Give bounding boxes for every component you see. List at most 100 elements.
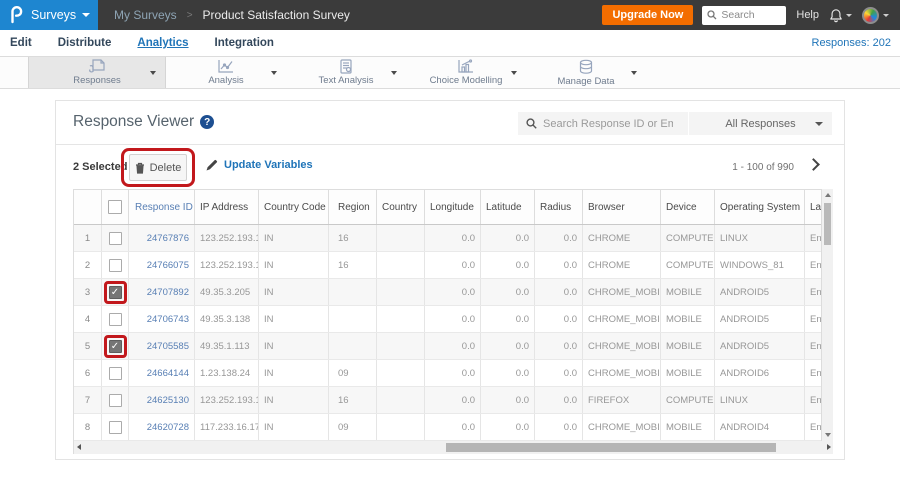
tab-analytics[interactable]: Analytics <box>137 37 188 49</box>
search-icon <box>707 10 717 20</box>
header-country-code[interactable]: Country Code <box>259 190 329 224</box>
update-variables-button[interactable]: Update Variables <box>206 159 313 171</box>
tab-distribute[interactable]: Distribute <box>58 37 112 49</box>
scroll-right-icon[interactable] <box>827 444 831 450</box>
row-checkbox[interactable]: ✓ <box>108 285 122 299</box>
pencil-icon <box>206 159 218 171</box>
cell-os: ANDROID5 <box>715 306 805 332</box>
cell-device: COMPUTER <box>661 225 715 251</box>
scroll-up-icon[interactable] <box>825 193 831 197</box>
responses-count[interactable]: Responses: 202 <box>812 37 892 49</box>
text-analysis-icon <box>338 59 354 74</box>
row-checkbox[interactable] <box>108 366 122 380</box>
header-longitude[interactable]: Longitude <box>425 190 481 224</box>
header-response-id[interactable]: Response ID <box>129 190 195 224</box>
cell-country <box>377 306 425 332</box>
chevron-down-icon[interactable] <box>391 71 397 75</box>
cell-os: ANDROID5 <box>715 279 805 305</box>
header-radius[interactable]: Radius <box>535 190 583 224</box>
toolbar-item-responses[interactable]: Responses <box>28 57 166 88</box>
chevron-down-icon[interactable] <box>271 71 277 75</box>
header-device[interactable]: Device <box>661 190 715 224</box>
tab-integration[interactable]: Integration <box>215 37 274 49</box>
horizontal-scrollbar-thumb[interactable] <box>446 443 776 452</box>
row-checkbox[interactable] <box>108 393 122 407</box>
response-search[interactable] <box>518 112 688 135</box>
row-checkbox[interactable] <box>108 258 122 272</box>
tab-edit[interactable]: Edit <box>10 37 32 49</box>
trash-icon <box>135 162 144 174</box>
cell-radius: 0.0 <box>535 279 583 305</box>
response-id-link[interactable]: 24767876 <box>129 225 195 251</box>
global-search-input[interactable] <box>721 9 782 21</box>
header-country[interactable]: Country <box>377 190 425 224</box>
account-menu[interactable] <box>862 6 889 24</box>
cell-browser: CHROME <box>583 252 661 278</box>
header-browser[interactable]: Browser <box>583 190 661 224</box>
breadcrumb-my-surveys[interactable]: My Surveys <box>114 8 177 22</box>
scroll-left-icon[interactable] <box>77 444 81 450</box>
help-icon[interactable]: ? <box>200 115 215 129</box>
row-checkbox[interactable]: ✓ <box>108 339 122 353</box>
cell-radius: 0.0 <box>535 414 583 440</box>
cell-device: MOBILE <box>661 333 715 359</box>
response-id-link[interactable]: 24620728 <box>129 414 195 440</box>
header-operating-system[interactable]: Operating System <box>715 190 805 224</box>
next-page-icon[interactable] <box>807 158 820 171</box>
response-search-input[interactable] <box>543 117 673 130</box>
toolbar-item-label: Analysis <box>208 75 244 87</box>
row-checkbox-cell <box>102 414 129 440</box>
row-checkbox-cell: ✓ <box>102 279 129 305</box>
response-id-link[interactable]: 24625130 <box>129 387 195 413</box>
header-region[interactable]: Region <box>329 190 377 224</box>
toolbar-item-analysis[interactable]: Analysis <box>166 57 286 88</box>
row-checkbox[interactable] <box>108 312 122 326</box>
response-id-link[interactable]: 24706743 <box>129 306 195 332</box>
cell-os: ANDROID4 <box>715 414 805 440</box>
cell-device: COMPUTER <box>661 252 715 278</box>
vertical-scrollbar[interactable] <box>821 189 833 441</box>
cell-latitude: 0.0 <box>481 279 535 305</box>
select-all-checkbox[interactable] <box>108 200 122 214</box>
vertical-scrollbar-thumb[interactable] <box>824 203 831 245</box>
cell-region: 16 <box>329 252 377 278</box>
notifications-menu[interactable] <box>829 8 852 23</box>
page-title: Product Satisfaction Survey <box>202 8 350 22</box>
cell-country <box>377 279 425 305</box>
response-id-link[interactable]: 24705585 <box>129 333 195 359</box>
cell-ip: 49.35.1.113 <box>195 333 259 359</box>
cell-browser: CHROME_MOBILE <box>583 333 661 359</box>
questionpro-logo-icon[interactable] <box>9 6 23 24</box>
row-checkbox[interactable] <box>108 231 122 245</box>
cell-ip: 123.252.193.148 <box>195 225 259 251</box>
response-id-link[interactable]: 24707892 <box>129 279 195 305</box>
panel-title-text: Response Viewer <box>73 113 195 130</box>
toolbar-item-choice-modelling[interactable]: Choice Modelling <box>406 57 526 88</box>
cell-region: 09 <box>329 360 377 386</box>
upgrade-now-button[interactable]: Upgrade Now <box>602 5 694 25</box>
horizontal-scrollbar[interactable] <box>74 441 833 454</box>
response-filter-dropdown[interactable]: All Responses <box>689 112 832 135</box>
cell-num: 5 <box>74 333 102 359</box>
chevron-down-icon[interactable] <box>631 71 637 75</box>
global-search[interactable] <box>702 5 787 25</box>
cell-os: LINUX <box>715 225 805 251</box>
toolbar-item-manage-data[interactable]: Manage Data <box>526 57 646 88</box>
toolbar-item-text-analysis[interactable]: Text Analysis <box>286 57 406 88</box>
header-ip-address[interactable]: IP Address <box>195 190 259 224</box>
cell-os: LINUX <box>715 387 805 413</box>
header-latitude[interactable]: Latitude <box>481 190 535 224</box>
responses-icon <box>88 59 106 74</box>
response-id-link[interactable]: 24664144 <box>129 360 195 386</box>
chevron-down-icon[interactable] <box>150 71 156 75</box>
row-checkbox[interactable] <box>108 420 122 434</box>
scroll-down-icon[interactable] <box>825 433 831 437</box>
surveys-menu[interactable]: Surveys <box>31 8 91 22</box>
delete-button[interactable]: Delete <box>129 154 187 181</box>
cell-num: 3 <box>74 279 102 305</box>
toolbar-item-label: Choice Modelling <box>429 75 503 87</box>
chevron-down-icon[interactable] <box>511 71 517 75</box>
response-id-link[interactable]: 24766075 <box>129 252 195 278</box>
help-link[interactable]: Help <box>796 9 819 21</box>
cell-latitude: 0.0 <box>481 225 535 251</box>
